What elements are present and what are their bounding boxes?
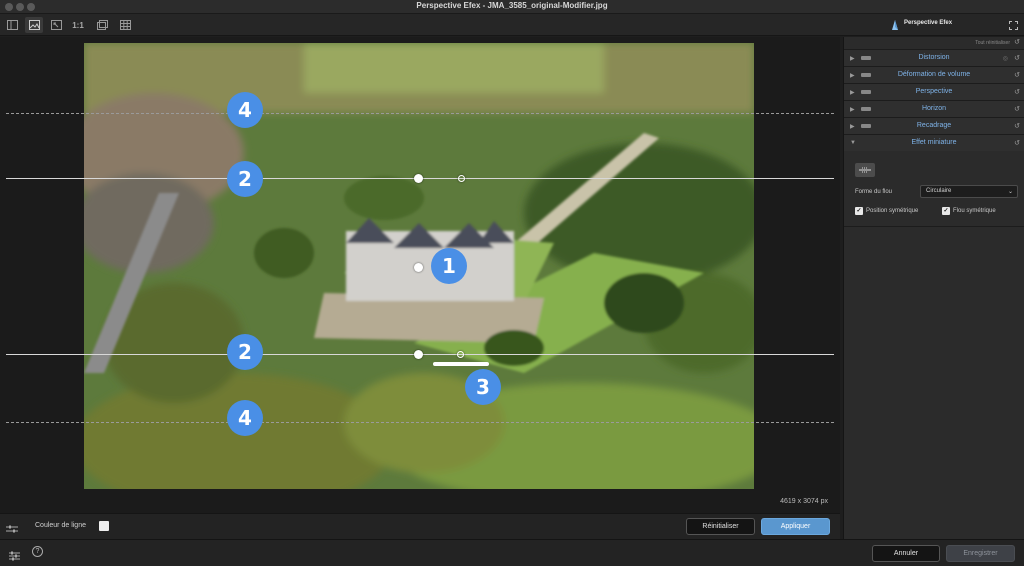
reset-button[interactable]: Réinitialiser: [686, 518, 755, 535]
cancel-button[interactable]: Annuler: [872, 545, 940, 562]
blur-outer-line-bottom[interactable]: [6, 422, 834, 423]
fullscreen-icon[interactable]: [1004, 17, 1022, 33]
image-dimensions: 4619 x 3074 px: [780, 498, 828, 505]
blur-outer-line-top[interactable]: [6, 113, 834, 114]
canvas-bottom-bar: Couleur de ligne Réinitialiser Appliquer: [0, 513, 840, 539]
reset-all-undo-icon: ↺: [1014, 39, 1020, 46]
section-recadrage[interactable]: ▶ Recadrage ↺: [844, 117, 1024, 134]
section-deformation-volume[interactable]: ▶ Déformation de volume ↺: [844, 66, 1024, 83]
center-handle[interactable]: [414, 263, 423, 272]
info-icon: ◎: [1002, 56, 1008, 62]
chevron-down-icon: ⌄: [1007, 189, 1013, 195]
section-title: Recadrage: [916, 122, 952, 129]
line-color-label: Couleur de ligne: [35, 522, 86, 529]
section-effet-miniature[interactable]: ▼ Effet miniature ↺: [844, 134, 1024, 151]
fit-screen-icon[interactable]: [47, 17, 65, 33]
rotation-slider[interactable]: [433, 362, 489, 366]
adjustments-panel: Tout réinitialiser ↺ ▶ Distorsion ◎ ↺ ▶ …: [843, 37, 1024, 539]
reset-all-link[interactable]: Tout réinitialiser ↺: [844, 37, 1024, 49]
undo-icon[interactable]: ↺: [1014, 88, 1020, 96]
marker-4-bottom: 4: [227, 400, 263, 436]
undo-icon[interactable]: ↺: [1014, 54, 1020, 62]
focus-bottom-handle[interactable]: [414, 350, 423, 359]
marker-3: 3: [465, 369, 501, 405]
blur-shape-label: Forme du flou: [855, 189, 893, 195]
section-title: Déformation de volume: [897, 71, 971, 78]
help-icon[interactable]: ?: [32, 546, 43, 557]
symmetric-position-label: Position symétrique: [866, 208, 919, 214]
section-title: Effet miniature: [911, 139, 957, 146]
symmetric-blur-label: Flou symétrique: [953, 208, 996, 214]
undo-icon[interactable]: ↺: [1014, 105, 1020, 113]
sliders-icon[interactable]: [6, 521, 18, 539]
panel-toggle-icon[interactable]: [3, 17, 21, 33]
marker-2-top: 2: [227, 161, 263, 197]
window-title: Perspective Efex - JMA_3585_original-Mod…: [416, 1, 608, 10]
app-logo-icon: [890, 18, 900, 36]
marker-1: 1: [431, 248, 467, 284]
app-name: Perspective Efex: [904, 20, 953, 26]
focus-bottom-rotate-handle[interactable]: [457, 351, 464, 358]
compare-icon[interactable]: [93, 17, 111, 33]
symmetric-blur-checkbox[interactable]: ✓: [942, 207, 950, 215]
undo-icon[interactable]: ↺: [1014, 139, 1020, 147]
line-color-swatch[interactable]: [99, 521, 109, 531]
undo-icon[interactable]: ↺: [1014, 71, 1020, 79]
marker-2-bottom: 2: [227, 334, 263, 370]
reset-all-label: Tout réinitialiser: [975, 40, 1010, 46]
section-title: Horizon: [921, 105, 947, 112]
section-title: Perspective: [915, 88, 953, 95]
image-view-icon[interactable]: [25, 17, 43, 33]
zoom-label: 1:1: [72, 20, 84, 30]
symmetric-position-checkbox[interactable]: ✓: [855, 207, 863, 215]
save-button[interactable]: Enregistrer: [946, 545, 1015, 562]
section-distorsion[interactable]: ▶ Distorsion ◎ ↺: [844, 49, 1024, 66]
section-title: Distorsion: [918, 54, 950, 61]
undo-icon[interactable]: ↺: [1014, 122, 1020, 130]
canvas-area[interactable]: 4 2 1 2 3 4 4619 x 3074 px: [0, 37, 840, 513]
section-horizon[interactable]: ▶ Horizon ↺: [844, 100, 1024, 117]
footer-bar: ? Annuler Enregistrer: [0, 539, 1024, 566]
apply-button[interactable]: Appliquer: [761, 518, 830, 535]
blur-shape-select[interactable]: Circulaire ⌄: [920, 185, 1018, 198]
blur-shape-value: Circulaire: [926, 188, 952, 194]
app-window: Perspective Efex - JMA_3585_original-Mod…: [0, 0, 1024, 566]
miniature-settings: Forme du flou Circulaire ⌄ ✓ Position sy…: [844, 151, 1024, 227]
title-bar: Perspective Efex - JMA_3585_original-Mod…: [0, 0, 1024, 14]
focus-top-rotate-handle[interactable]: [458, 175, 465, 182]
zoom-1-1-button[interactable]: 1:1: [69, 17, 87, 33]
marker-4-top: 4: [227, 92, 263, 128]
grid-icon[interactable]: [116, 17, 134, 33]
settings-sliders-icon[interactable]: [9, 548, 20, 566]
toolbar: 1:1 Perspective Efex: [0, 14, 1024, 36]
miniature-mode-icon[interactable]: [855, 163, 875, 177]
focus-top-handle[interactable]: [414, 174, 423, 183]
section-perspective[interactable]: ▶ Perspective ↺: [844, 83, 1024, 100]
